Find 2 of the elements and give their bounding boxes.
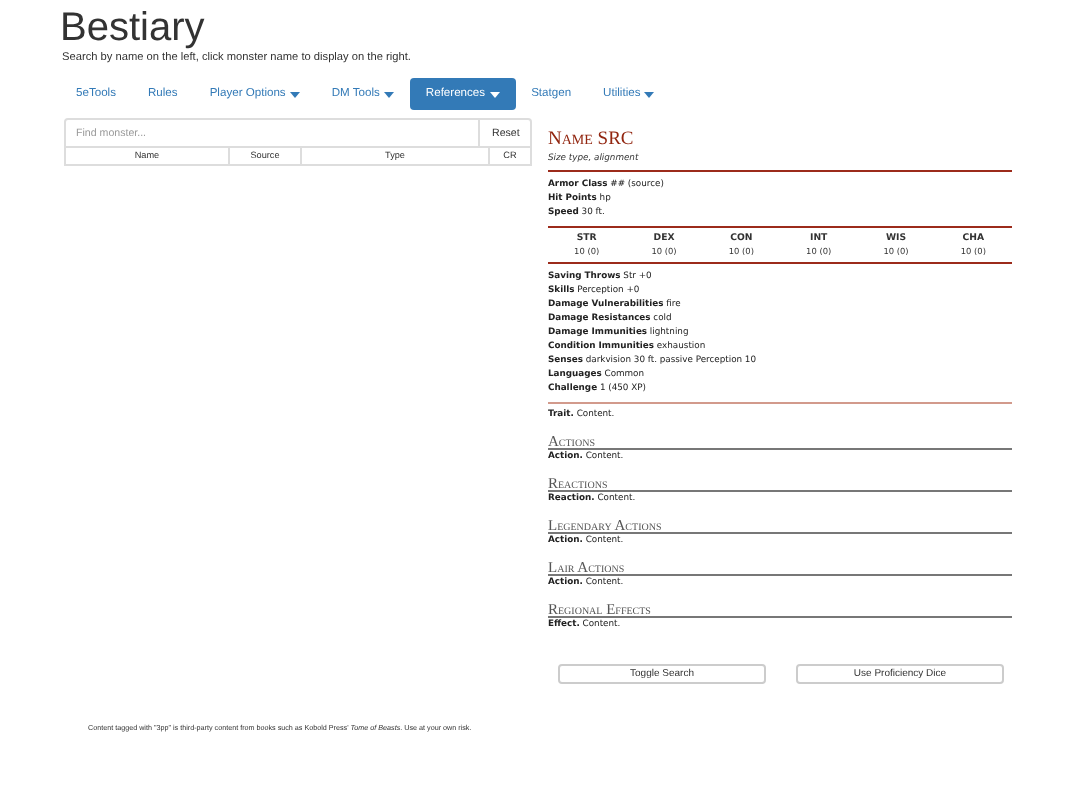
page-title: Bestiary bbox=[60, 4, 207, 50]
monster-name: Name SRC bbox=[548, 130, 636, 150]
